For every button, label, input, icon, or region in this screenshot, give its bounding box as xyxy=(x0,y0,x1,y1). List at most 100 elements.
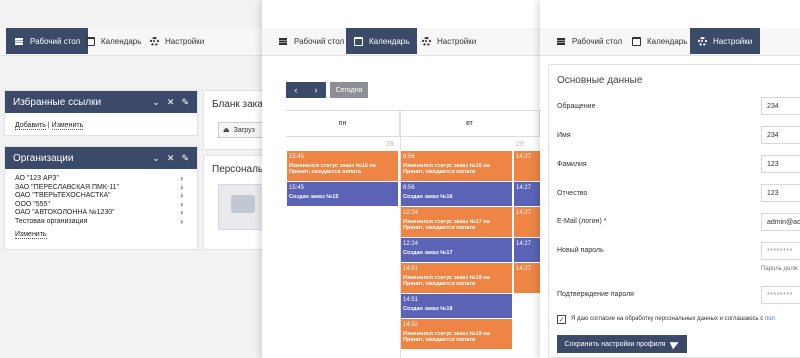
calendar-panel: Рабочий стол Календарь Настройки ‹ › Сег… xyxy=(262,0,544,358)
event-time: 14:51 xyxy=(403,266,419,272)
gear-icon xyxy=(698,36,707,46)
user-silhouette-icon xyxy=(231,195,255,213)
favorites-header: Избранные ссылки ⌄ ✕ ✎ xyxy=(5,91,197,113)
close-icon[interactable]: ✕ xyxy=(167,97,175,108)
next-week-button[interactable]: › xyxy=(306,82,326,98)
event-time: 15:45 xyxy=(289,185,305,191)
tab-settings[interactable]: Настройки xyxy=(690,28,761,54)
calendar-icon xyxy=(354,36,363,46)
calendar-event[interactable]: 14:52 Изменился статус заказ №19 на Приня… xyxy=(401,319,512,349)
tab-calendar[interactable]: Календарь xyxy=(78,28,149,54)
edit-organizations-link[interactable]: Изменить xyxy=(15,231,47,239)
event-time: 8:56 xyxy=(403,185,415,191)
screenshot-stage: Рабочий стол Календарь Настройки Избранн… xyxy=(0,0,800,358)
favorites-widget: Избранные ссылки ⌄ ✕ ✎ Добавить | Измени… xyxy=(4,90,198,136)
top-nav: Рабочий стол Календарь Настройки xyxy=(0,28,262,56)
avatar-placeholder xyxy=(218,184,268,230)
consent-text: Я даю согласие на обработку персональных… xyxy=(571,316,765,322)
calendar-icon xyxy=(86,36,95,46)
chevron-down-icon[interactable]: ⌄ xyxy=(152,153,160,164)
organizations-list: АО "123 АРЗ" › ЗАО "ПЕРЕСЛАВСКАЯ ПМК-11" › О… xyxy=(5,169,197,231)
chevron-down-icon[interactable]: ⌄ xyxy=(152,97,160,108)
privacy-policy-link[interactable]: пол xyxy=(765,316,775,322)
new-password-input[interactable]: ******** xyxy=(761,242,800,260)
organizations-header: Организации ⌄ ✕ ✎ xyxy=(5,147,197,169)
organization-item[interactable]: АО "123 АРЗ" › xyxy=(15,174,183,184)
day-number-tue: 29 xyxy=(516,141,524,148)
event-time: 14:27 xyxy=(516,241,532,247)
tab-calendar[interactable]: Календарь xyxy=(346,28,418,54)
calendar-event[interactable]: 15:45 Изменился статус заказ №15 на Приня… xyxy=(287,151,398,181)
tab-calendar-label: Календарь xyxy=(101,36,142,46)
email-input[interactable]: admin@ad xyxy=(761,213,800,231)
patronymic-input[interactable]: 123 xyxy=(761,184,800,202)
check-icon: ✓ xyxy=(558,316,565,324)
event-time: 8:56 xyxy=(403,154,415,160)
confirm-password-input[interactable]: ******** xyxy=(761,286,800,304)
save-profile-button[interactable]: Сохранить настройки профиля xyxy=(557,335,687,353)
event-text: Создан заказ №16 xyxy=(403,193,453,200)
event-text: Изменился статус заказ №19 на Принят, ож… xyxy=(403,330,490,344)
prev-week-button[interactable]: ‹ xyxy=(286,82,306,98)
favorites-title: Избранные ссылки xyxy=(13,96,102,108)
event-time: 12:24 xyxy=(403,210,419,216)
first-name-label: Имя xyxy=(557,132,571,139)
event-time: 14:27 xyxy=(516,154,532,160)
event-text: Создан заказ №17 xyxy=(403,249,453,256)
section-title: Основные данные xyxy=(557,75,643,86)
calendar-event[interactable]: 15:45 Создан заказ №15 xyxy=(287,182,398,206)
organization-item[interactable]: ОАО "АВТОКОЛОННА №1230" › xyxy=(15,208,183,218)
organization-name: ООО "555" xyxy=(15,200,50,208)
salutation-input[interactable]: 234 xyxy=(761,97,800,115)
email-label: E-Mail (логин) * xyxy=(557,218,607,225)
organization-item[interactable]: ЗАО "ПЕРЕСЛАВСКАЯ ПМК-11" › xyxy=(15,183,183,193)
column-header-mon: пн xyxy=(286,111,400,137)
consent-checkbox[interactable]: ✓ xyxy=(557,315,566,324)
paper-plane-icon xyxy=(670,338,681,350)
tab-desktop-label: Рабочий стол xyxy=(294,36,345,46)
organization-item[interactable]: ООО "555" › xyxy=(15,200,183,210)
event-time: 14:52 xyxy=(403,322,419,328)
event-text: Изменился статус заказ №18 на Принят, ож… xyxy=(403,274,490,288)
calendar-event[interactable]: 12:24 Создан заказ №17 xyxy=(401,238,512,262)
organization-name: ЗАО "ПЕРЕСЛАВСКАЯ ПМК-11" xyxy=(15,183,120,191)
organizations-title: Организации xyxy=(13,152,74,164)
close-icon[interactable]: ✕ xyxy=(167,153,175,164)
organization-name: Тестовая организация xyxy=(15,217,88,225)
tab-settings[interactable]: Настройки xyxy=(414,28,484,54)
event-time: 14:27 xyxy=(516,266,532,272)
tab-desktop[interactable]: Рабочий стол xyxy=(548,28,630,54)
salutation-label: Обращение xyxy=(557,103,596,110)
tab-desktop[interactable]: Рабочий стол xyxy=(6,28,89,54)
pencil-icon[interactable]: ✎ xyxy=(181,97,189,108)
calendar-event[interactable]: 8:56 Создан заказ №16 xyxy=(401,182,512,206)
patronymic-label: Отчество xyxy=(557,190,588,197)
today-button[interactable]: Сегодня xyxy=(330,82,368,98)
event-text: Создан заказ №15 xyxy=(289,193,339,200)
tab-desktop-label: Рабочий стол xyxy=(30,36,81,46)
pencil-icon[interactable]: ✎ xyxy=(181,153,189,164)
column-header-tue: вт xyxy=(400,111,540,137)
gear-icon xyxy=(150,36,159,46)
event-text: Изменился статус заказ №15 на Принят, ож… xyxy=(289,162,376,176)
chevron-right-icon: › xyxy=(314,85,318,95)
event-time: 14:51 xyxy=(403,297,419,303)
top-nav: Рабочий стол Календарь Настройки xyxy=(262,28,540,56)
calendar-event[interactable]: 14:51 Изменился статус заказ №18 на Приня… xyxy=(401,263,512,293)
calendar-event[interactable]: 12:24 Изменился статус заказ №17 на Приня… xyxy=(401,207,512,237)
first-name-input[interactable]: 234 xyxy=(761,126,800,144)
consent-label: Я даю согласие на обработку персональных… xyxy=(571,316,775,322)
calendar-grid: пн вт 28 29 15:45 Изменился статус заказ … xyxy=(286,110,544,358)
calendar-event[interactable]: 8:56 Изменился статус заказ №16 на Принят… xyxy=(401,151,512,181)
add-favorite-link[interactable]: Добавить xyxy=(15,122,46,130)
tab-calendar[interactable]: Календарь xyxy=(624,28,695,54)
calendar-event[interactable]: 14:51 Создан заказ №18 xyxy=(401,294,512,318)
organization-item[interactable]: ОАО "ТВЕРЬТЕХОСНАСТКА" › xyxy=(15,191,183,201)
organization-item[interactable]: Тестовая организация › xyxy=(15,217,183,227)
last-name-input[interactable]: 123 xyxy=(761,155,800,173)
tab-settings[interactable]: Настройки xyxy=(142,28,212,54)
tab-desktop[interactable]: Рабочий стол xyxy=(270,28,352,54)
event-text: Изменился статус заказ №17 на Принят, ож… xyxy=(403,218,490,232)
edit-favorites-link[interactable]: Изменить xyxy=(51,122,84,130)
calendar-icon xyxy=(632,36,641,46)
